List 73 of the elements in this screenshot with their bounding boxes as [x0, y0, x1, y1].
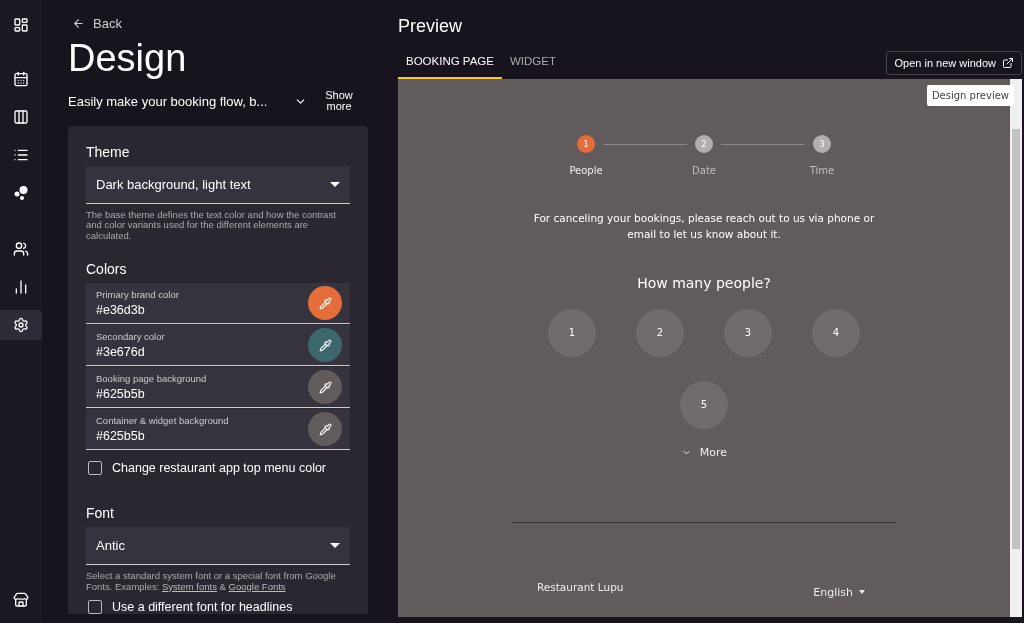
show-more-button[interactable]: Show more [319, 90, 359, 112]
preview-title: Preview [398, 16, 464, 37]
more-button[interactable]: More [674, 444, 734, 460]
party-size-option[interactable]: 4 [812, 308, 860, 357]
step-label: Time [809, 165, 835, 176]
description: Easily make your booking flow, b... [68, 93, 269, 109]
external-link-icon [1002, 57, 1014, 69]
field-label: Primary brand color [96, 289, 179, 301]
field-label: Container & widget background [96, 415, 229, 427]
party-size-option[interactable]: 1 [548, 308, 596, 357]
eyedropper-icon [318, 296, 332, 310]
color-picker-button[interactable] [308, 412, 342, 447]
language-select[interactable]: English [807, 584, 871, 600]
party-size-option[interactable]: 2 [636, 308, 684, 357]
color-field[interactable]: Container & widget background #625b5b [86, 409, 350, 451]
step-label: Date [692, 165, 716, 176]
step-label: People [569, 165, 603, 176]
link[interactable]: Google Fonts [228, 580, 286, 592]
nav-item[interactable] [0, 310, 42, 340]
dashboard-icon [13, 17, 29, 33]
font-select[interactable]: Antic [86, 527, 350, 566]
restaurant-name: Restaurant Lupu [537, 580, 624, 595]
step-number: 3 [813, 135, 831, 153]
color-picker-button[interactable] [308, 370, 342, 405]
eyedropper-icon [318, 338, 332, 352]
columns-icon [13, 109, 29, 125]
calendar-icon [13, 71, 29, 87]
dropdown-caret-icon [330, 182, 340, 187]
settings-icon [13, 317, 29, 333]
checkbox-label: Use a different font for headlines [112, 600, 293, 615]
link[interactable]: System fonts [162, 580, 217, 592]
tab[interactable]: WIDGET [502, 47, 564, 79]
help-text: Select a standard system font or a special font from Google Fonts. Examples: System fonts & Google Fonts [86, 571, 337, 593]
store-icon [13, 592, 29, 608]
page-title: Design [68, 37, 188, 80]
bubbles-icon [13, 185, 29, 201]
color-picker-button[interactable] [308, 328, 342, 363]
list-icon [13, 147, 29, 163]
color-field[interactable]: Secondary color #3e676d [86, 325, 350, 367]
open-in-new-window-button[interactable]: Open in new window [886, 51, 1022, 75]
field-value: #e36d3b [96, 303, 146, 318]
dropdown-caret-icon [330, 543, 340, 549]
eyedropper-icon [318, 380, 332, 394]
field-value: #625b5b [96, 429, 146, 444]
bar-chart-icon [13, 279, 29, 295]
section-heading: Theme [86, 144, 131, 160]
field-value: #625b5b [96, 387, 146, 402]
back-link[interactable]: Back [72, 16, 122, 31]
section-heading: Colors [86, 261, 128, 278]
color-picker-button[interactable] [308, 286, 342, 321]
field-value: #3e676d [96, 345, 146, 360]
field-label: Booking page background [96, 373, 207, 385]
color-field[interactable]: Primary brand color #e36d3b [86, 283, 350, 325]
step-number: 1 [577, 135, 595, 153]
section-heading: Font [86, 505, 115, 522]
tooltip: Design preview [926, 85, 1014, 106]
color-field[interactable]: Booking page background #625b5b [86, 367, 350, 409]
back-arrow-icon [72, 17, 85, 30]
scrollbar[interactable] [1010, 79, 1022, 617]
help-text: The base theme defines the text color and how the contrast and color variants used for the different elements are calculated. [86, 210, 337, 242]
checkbox[interactable] [88, 600, 102, 615]
eyedropper-icon [318, 422, 332, 436]
theme-select[interactable]: Dark background, light text [86, 166, 350, 204]
people-icon [13, 241, 29, 257]
question: How many people? [637, 274, 771, 291]
notice-text: For canceling your bookings, please reach out to us via phone or email to let us know about it. [532, 211, 876, 243]
checkbox-label: Change restaurant app top menu color [112, 461, 327, 476]
party-size-option[interactable]: 3 [724, 308, 772, 357]
checkbox[interactable] [88, 461, 102, 476]
field-label: Secondary color [96, 331, 165, 343]
party-size-option[interactable]: 5 [680, 380, 728, 429]
dropdown-caret-icon [859, 590, 865, 595]
step-number: 2 [695, 135, 713, 153]
